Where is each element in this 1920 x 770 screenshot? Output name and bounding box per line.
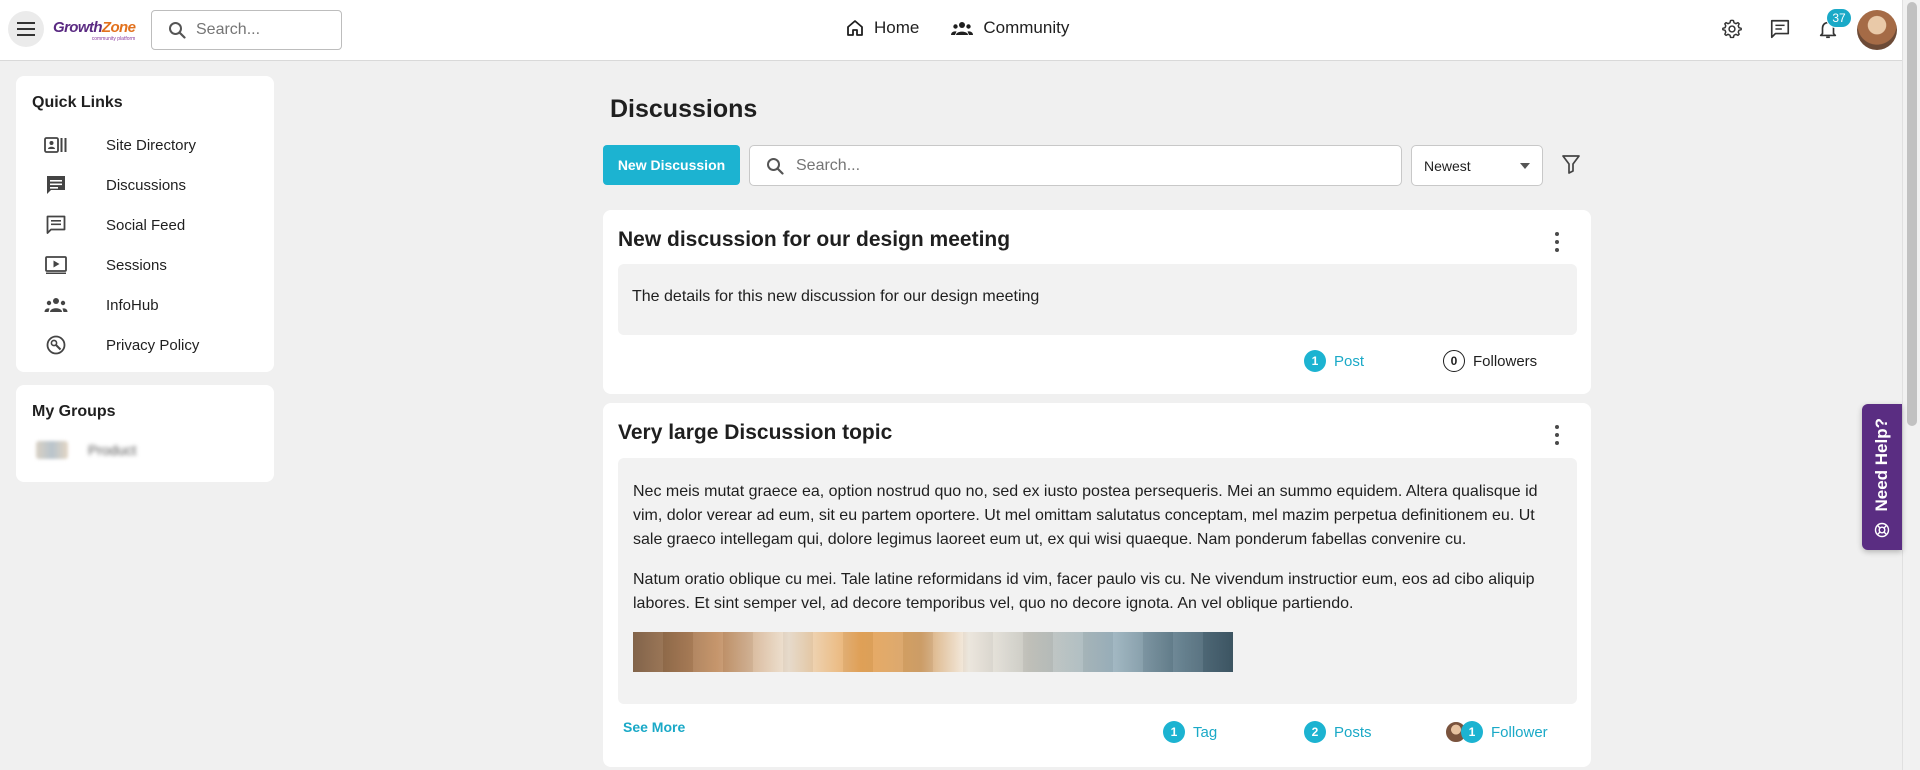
privacy-icon xyxy=(46,335,66,355)
need-help-tab[interactable]: Need Help? xyxy=(1862,404,1902,550)
messages-button[interactable] xyxy=(1766,14,1794,44)
discussion-body: The details for this new discussion for … xyxy=(618,264,1577,335)
discussion-image[interactable] xyxy=(633,632,1233,672)
nav-community[interactable]: Community xyxy=(951,18,1069,38)
follower-count[interactable]: 0 Followers xyxy=(1443,350,1537,372)
quick-link-label: Sessions xyxy=(106,256,167,274)
chevron-down-icon xyxy=(1520,163,1530,169)
logo-text-growth: Growth xyxy=(53,19,103,36)
my-groups-title: My Groups xyxy=(32,403,116,420)
post-count-label: Posts xyxy=(1334,723,1372,741)
quick-link-label: Site Directory xyxy=(106,136,197,154)
see-more-link[interactable]: See More xyxy=(623,719,685,735)
post-count-badge: 2 xyxy=(1304,721,1326,743)
main-nav: Home Community xyxy=(846,18,1069,38)
quick-link-label: InfoHub xyxy=(106,296,159,314)
quick-link-infohub[interactable]: InfoHub xyxy=(38,292,159,318)
quick-link-site-directory[interactable]: Site Directory xyxy=(38,132,196,158)
menu-button[interactable] xyxy=(8,11,44,47)
discussion-title[interactable]: Very large Discussion topic xyxy=(618,421,892,445)
need-help-label: Need Help? xyxy=(1872,418,1891,512)
post-count[interactable]: 2 Posts xyxy=(1304,721,1372,743)
discussion-paragraph: Nec meis mutat graece ea, option nostrud… xyxy=(633,483,1538,548)
page-title: Discussions xyxy=(610,95,758,123)
lifebuoy-icon xyxy=(1874,522,1890,537)
filter-button[interactable] xyxy=(1560,152,1582,176)
nav-home-label: Home xyxy=(874,18,920,37)
quick-link-label: Discussions xyxy=(106,176,187,194)
discussion-paragraph: Natum oratio oblique cu mei. Tale latine… xyxy=(633,571,1535,612)
directory-icon xyxy=(44,137,67,153)
sort-selected-value: Newest xyxy=(1424,157,1471,174)
gear-icon xyxy=(1722,19,1742,39)
quick-link-label: Privacy Policy xyxy=(106,336,200,354)
global-search-input[interactable] xyxy=(196,21,316,39)
discussion-search[interactable] xyxy=(749,145,1402,186)
quick-link-social-feed[interactable]: Social Feed xyxy=(38,212,185,238)
discussion-card[interactable]: New discussion for our design meeting Th… xyxy=(603,210,1591,394)
sort-dropdown[interactable]: Newest xyxy=(1411,145,1543,186)
post-count-badge: 1 xyxy=(1304,350,1326,372)
my-groups-panel: My Groups Product xyxy=(16,385,274,482)
search-icon xyxy=(767,157,784,175)
more-options-icon[interactable] xyxy=(1553,232,1561,252)
quick-link-label: Social Feed xyxy=(106,216,186,234)
quick-links-panel: Quick Links Site Directory Discussions S… xyxy=(16,76,274,372)
scrollbar-thumb[interactable] xyxy=(1907,2,1917,426)
group-name: Product xyxy=(88,442,137,458)
follower-count-badge: 0 xyxy=(1443,350,1465,372)
new-discussion-button[interactable]: New Discussion xyxy=(603,145,740,185)
settings-button[interactable] xyxy=(1718,14,1746,44)
discussion-icon xyxy=(47,176,65,194)
infohub-icon xyxy=(44,298,68,312)
discussion-card[interactable]: Very large Discussion topic Nec meis mut… xyxy=(603,403,1591,767)
header-actions xyxy=(1718,14,1842,44)
group-item[interactable]: Product xyxy=(36,441,136,459)
page-scrollbar[interactable] xyxy=(1902,0,1920,770)
discussion-title[interactable]: New discussion for our design meeting xyxy=(618,228,1010,252)
home-icon xyxy=(847,20,863,36)
hamburger-icon xyxy=(17,22,35,36)
nav-home[interactable]: Home xyxy=(846,18,919,38)
quick-link-sessions[interactable]: Sessions xyxy=(38,252,167,278)
search-icon xyxy=(169,22,186,39)
more-options-icon[interactable] xyxy=(1553,425,1561,445)
follower-count-badge: 1 xyxy=(1461,721,1483,743)
global-search[interactable] xyxy=(151,10,342,50)
growthzone-logo[interactable]: GrowthZone community platform xyxy=(53,19,136,42)
follower-count-label: Followers xyxy=(1473,352,1538,370)
tag-count[interactable]: 1 Tag xyxy=(1163,721,1217,743)
post-count[interactable]: 1 Post xyxy=(1304,350,1364,372)
filter-icon xyxy=(1562,155,1580,174)
quick-link-discussions[interactable]: Discussions xyxy=(38,172,186,198)
user-avatar[interactable] xyxy=(1857,10,1897,50)
tag-count-badge: 1 xyxy=(1163,721,1185,743)
post-count-label: Post xyxy=(1334,352,1365,370)
tag-count-label: Tag xyxy=(1193,723,1218,741)
top-header: GrowthZone community platform Home Commu… xyxy=(0,0,1902,61)
follower-count-label: Follower xyxy=(1491,723,1548,741)
logo-tagline: community platform xyxy=(91,36,136,42)
quick-links-title: Quick Links xyxy=(32,94,123,111)
logo-text-zone: Zone xyxy=(101,19,136,36)
community-icon xyxy=(951,22,974,35)
chat-icon xyxy=(1770,19,1790,39)
group-thumbnail xyxy=(36,441,68,459)
discussion-search-input[interactable] xyxy=(796,156,1356,175)
feed-icon xyxy=(46,215,66,234)
nav-community-label: Community xyxy=(983,18,1070,37)
notification-badge: 37 xyxy=(1826,8,1852,28)
sessions-icon xyxy=(45,256,67,274)
discussion-body: Nec meis mutat graece ea, option nostrud… xyxy=(618,458,1577,704)
quick-link-privacy-policy[interactable]: Privacy Policy xyxy=(38,332,199,358)
follower-count[interactable]: 1 Follower xyxy=(1445,721,1548,743)
